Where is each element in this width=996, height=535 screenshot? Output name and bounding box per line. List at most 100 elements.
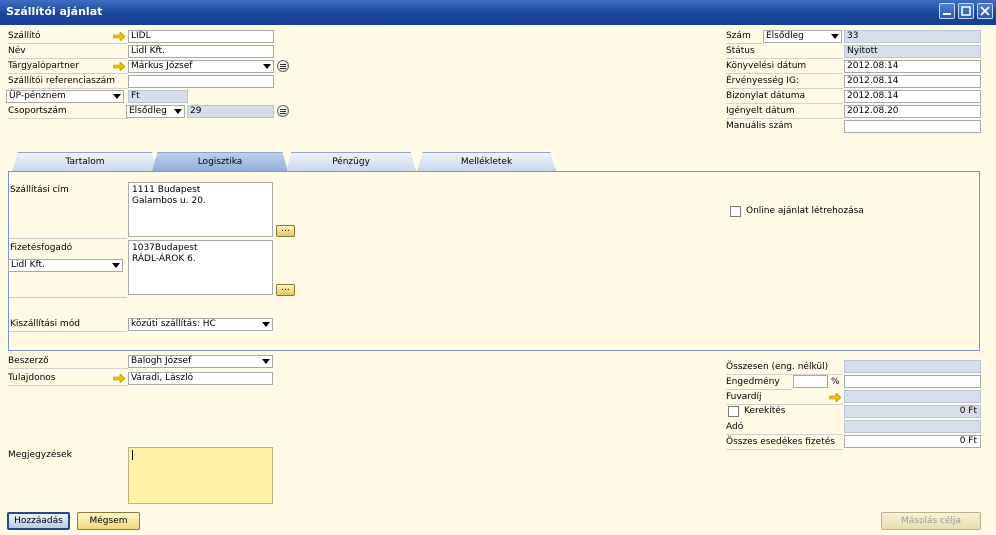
- tax-label: Adó: [726, 422, 744, 432]
- manual-number-field[interactable]: [844, 120, 981, 133]
- pay-to-address[interactable]: 1037Budapest RÁDL-ÁROK 6.: [128, 240, 273, 295]
- discount-field[interactable]: [844, 375, 981, 388]
- chevron-down-icon: [831, 34, 839, 39]
- list-icon[interactable]: [277, 60, 289, 72]
- divider: [9, 238, 127, 239]
- rounding-checkbox[interactable]: [728, 406, 739, 417]
- contact-value: Márkus József: [131, 61, 193, 71]
- group-series-dropdown[interactable]: Elsődleg: [126, 105, 185, 118]
- ship-to-label: Szállítási cím: [10, 185, 69, 195]
- required-date-field[interactable]: 2012.08.20: [844, 105, 981, 118]
- vendor-ref-label: Szállítói referenciaszám: [8, 76, 115, 86]
- cancel-button[interactable]: Mégsem: [77, 512, 140, 530]
- name-field[interactable]: Lidl Kft.: [128, 45, 274, 58]
- list-icon[interactable]: [277, 105, 289, 117]
- valid-until-field[interactable]: 2012.08.14: [844, 75, 981, 88]
- title-bar: Szállítói ajánlat: [0, 0, 996, 25]
- chevron-down-icon: [262, 322, 270, 327]
- freight-label: Fuvardíj: [726, 392, 762, 402]
- tab-logisztika[interactable]: Logisztika: [152, 152, 288, 172]
- pay-to-line2: RÁDL-ÁROK 6.: [132, 254, 196, 264]
- text-cursor: [132, 450, 133, 460]
- copy-to-button[interactable]: Másolás célja: [881, 512, 981, 530]
- supplier-field[interactable]: LIDL: [128, 30, 274, 43]
- online-offer-checkbox[interactable]: [730, 206, 741, 217]
- ship-to-line2: Galambos u. 20.: [132, 196, 206, 206]
- link-arrow-icon[interactable]: [113, 62, 125, 71]
- link-arrow-icon[interactable]: [113, 32, 125, 41]
- currency-type-label: ÜP-pénznem: [9, 91, 66, 101]
- divider: [726, 58, 843, 59]
- divider: [8, 368, 128, 369]
- total-due-label: Összes esedékes fizetés: [726, 437, 835, 447]
- shipping-type-label: Kiszállítási mód: [10, 319, 80, 329]
- divider: [8, 385, 128, 386]
- divider: [9, 297, 127, 298]
- vendor-ref-field[interactable]: [128, 75, 274, 88]
- total-before-discount-field: [844, 360, 981, 373]
- rounding-field: 0 Ft: [844, 405, 981, 418]
- pay-to-select-value: Lidl Kft.: [11, 260, 45, 270]
- chevron-down-icon: [263, 64, 271, 69]
- group-series-value: Elsődleg: [129, 106, 167, 116]
- posting-date-field[interactable]: 2012.08.14: [844, 60, 981, 73]
- shipping-type-dropdown[interactable]: közúti szállítás: HC: [128, 318, 273, 331]
- number-label: Szám: [726, 31, 751, 41]
- required-date-label: Igényelt dátum: [726, 106, 795, 116]
- tab-penzugy[interactable]: Pénzügy: [286, 152, 416, 172]
- freight-field: [844, 390, 981, 403]
- link-arrow-icon[interactable]: [829, 393, 841, 402]
- name-label: Név: [8, 46, 26, 56]
- remarks-textarea[interactable]: [128, 447, 273, 504]
- percent-sign: %: [831, 377, 840, 387]
- currency-type-dropdown[interactable]: ÜP-pénznem: [6, 90, 124, 103]
- minimize-icon[interactable]: [939, 3, 955, 19]
- tab-mellekletek[interactable]: Mellékletek: [417, 152, 556, 172]
- doc-date-field[interactable]: 2012.08.14: [844, 90, 981, 103]
- valid-until-label: Érvényesség IG:: [726, 76, 799, 86]
- online-offer-label: Online ajánlat létrehozása: [746, 206, 864, 216]
- status-field: Nyitott: [844, 45, 981, 58]
- owner-field[interactable]: Váradi, László: [128, 372, 273, 385]
- add-button[interactable]: Hozzáadás: [7, 512, 70, 530]
- divider: [8, 88, 128, 89]
- ship-to-line1: 1111 Budapest: [132, 185, 201, 195]
- owner-label: Tulajdonos: [8, 373, 56, 383]
- tab-label: Pénzügy: [332, 157, 370, 167]
- ship-to-edit-button[interactable]: ...: [276, 225, 295, 237]
- divider: [726, 118, 843, 119]
- maximize-icon[interactable]: [958, 3, 974, 19]
- window-title: Szállítói ajánlat: [6, 5, 103, 18]
- group-no-field: 29: [187, 105, 274, 118]
- tab-tartalom[interactable]: Tartalom: [12, 152, 158, 172]
- pay-to-label: Fizetésfogadó: [10, 243, 73, 253]
- divider: [726, 434, 843, 435]
- divider: [726, 449, 843, 450]
- divider: [726, 389, 792, 390]
- group-no-label: Csoportszám: [8, 106, 67, 116]
- total-due-field: 0 Ft: [844, 435, 981, 448]
- close-icon[interactable]: [977, 3, 993, 19]
- remarks-label: Megjegyzések: [8, 450, 72, 460]
- contact-dropdown[interactable]: Márkus József: [128, 60, 274, 73]
- discount-percent-field[interactable]: [793, 375, 828, 388]
- divider: [8, 118, 128, 119]
- divider: [8, 73, 128, 74]
- manual-number-label: Manuális szám: [726, 121, 793, 131]
- chevron-down-icon: [262, 359, 270, 364]
- pay-to-dropdown[interactable]: Lidl Kft.: [8, 259, 123, 272]
- tax-field: [844, 420, 981, 433]
- link-arrow-icon[interactable]: [113, 374, 125, 383]
- ship-to-address[interactable]: 1111 Budapest Galambos u. 20.: [128, 182, 273, 237]
- divider: [726, 73, 843, 74]
- buyer-dropdown[interactable]: Balogh József: [128, 355, 273, 368]
- rounding-label: Kerekítés: [744, 406, 786, 416]
- posting-date-label: Könyvelési dátum: [726, 61, 807, 71]
- pay-to-edit-button[interactable]: ...: [276, 284, 295, 296]
- number-series-dropdown[interactable]: Elsődleg: [763, 30, 842, 43]
- pay-to-line1: 1037Budapest: [132, 243, 198, 253]
- supplier-label: Szállító: [8, 31, 41, 41]
- status-label: Státus: [726, 46, 755, 56]
- shipping-type-value: közúti szállítás: HC: [131, 319, 216, 329]
- buyer-value: Balogh József: [131, 356, 192, 366]
